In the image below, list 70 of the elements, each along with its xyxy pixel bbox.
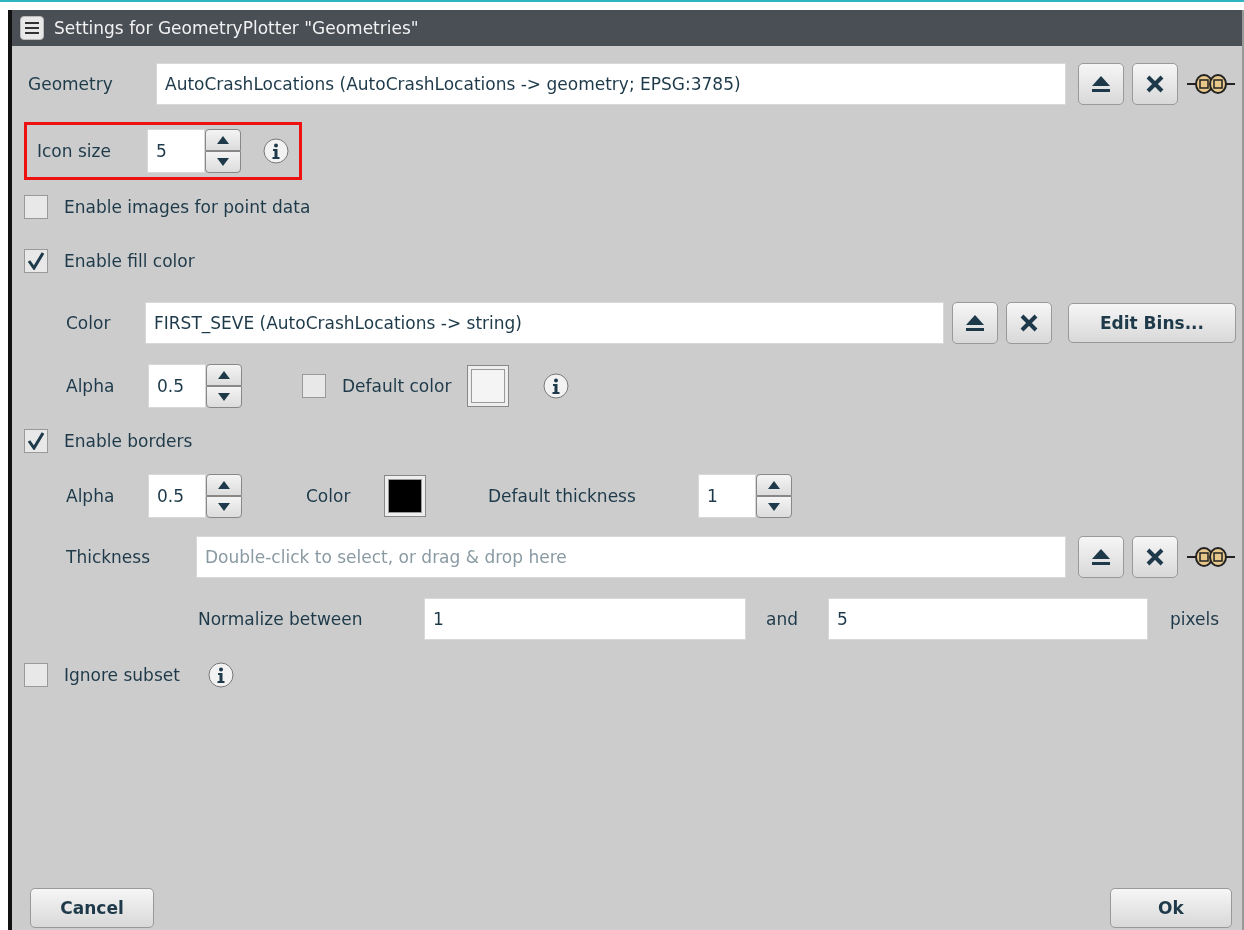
caret-down-icon — [218, 503, 230, 511]
checkbox-label: Enable fill color — [64, 251, 195, 271]
caret-up-icon — [217, 136, 229, 144]
caret-down-icon — [217, 158, 229, 166]
field-label: Thickness — [66, 547, 152, 567]
eject-icon — [965, 314, 985, 332]
eject-button[interactable] — [1078, 536, 1124, 578]
edit-bins-button[interactable]: Edit Bins... — [1068, 303, 1236, 343]
field-label: Alpha — [66, 486, 116, 506]
unit-label: pixels — [1170, 609, 1220, 629]
connector-icon[interactable] — [1186, 74, 1236, 94]
checkbox[interactable] — [24, 429, 48, 453]
number-field[interactable]: 5 — [147, 129, 205, 173]
checkbox-label: Default color — [342, 376, 452, 396]
geometry-field[interactable]: AutoCrashLocations (AutoCrashLocations -> geometry; EPSG:3785) — [156, 63, 1066, 105]
checkbox-label: Ignore subset — [64, 665, 180, 685]
field-label: Default thickness — [488, 486, 637, 506]
ok-button[interactable]: Ok — [1110, 888, 1232, 928]
checkbox[interactable] — [24, 663, 48, 687]
field-label: Color — [306, 486, 352, 506]
field-label: Color — [66, 313, 112, 333]
field-label: and — [766, 609, 799, 629]
decrement-button[interactable] — [205, 151, 241, 173]
menu-button[interactable] — [20, 16, 44, 40]
checkbox[interactable] — [302, 374, 326, 398]
info-icon[interactable] — [207, 662, 234, 688]
caret-down-icon — [768, 503, 780, 511]
decrement-button[interactable] — [756, 496, 792, 518]
checkbox-label: Enable images for point data — [64, 197, 311, 217]
clear-button[interactable] — [1132, 63, 1178, 105]
close-icon — [1145, 547, 1165, 567]
decrement-button[interactable] — [206, 496, 242, 518]
menu-icon — [24, 21, 40, 35]
eject-icon — [1091, 548, 1111, 566]
clear-button[interactable] — [1006, 302, 1052, 344]
eject-button[interactable] — [1078, 63, 1124, 105]
checkbox[interactable] — [24, 195, 48, 219]
increment-button[interactable] — [205, 129, 241, 151]
number-field[interactable]: 0.5 — [148, 474, 206, 518]
increment-button[interactable] — [756, 474, 792, 496]
color-attribute-field[interactable]: FIRST_SEVE (AutoCrashLocations -> string) — [145, 302, 944, 344]
window-title: Settings for GeometryPlotter "Geometries" — [54, 18, 419, 38]
number-field[interactable]: 1 — [698, 474, 756, 518]
info-icon[interactable] — [263, 138, 289, 164]
clear-button[interactable] — [1132, 536, 1178, 578]
field-label: Geometry — [28, 74, 114, 94]
checkmark-icon — [27, 252, 45, 270]
caret-down-icon — [218, 393, 230, 401]
increment-button[interactable] — [206, 474, 242, 496]
eject-icon — [1091, 75, 1111, 93]
close-icon — [1019, 313, 1039, 333]
field-label: Icon size — [37, 141, 112, 161]
caret-up-icon — [768, 481, 780, 489]
number-field[interactable]: 0.5 — [148, 364, 206, 408]
max-field[interactable]: 5 — [828, 598, 1148, 640]
caret-up-icon — [218, 481, 230, 489]
decrement-button[interactable] — [206, 386, 242, 408]
info-icon[interactable] — [543, 373, 570, 399]
field-label: Normalize between — [198, 609, 364, 629]
cancel-button[interactable]: Cancel — [30, 888, 154, 928]
field-label: Alpha — [66, 376, 116, 396]
increment-button[interactable] — [206, 364, 242, 386]
caret-up-icon — [218, 371, 230, 379]
eject-button[interactable] — [952, 302, 998, 344]
checkmark-icon — [27, 432, 45, 450]
min-field[interactable]: 1 — [424, 598, 746, 640]
close-icon — [1145, 74, 1165, 94]
checkbox-label: Enable borders — [64, 431, 193, 451]
checkbox[interactable] — [24, 249, 48, 273]
connector-icon[interactable] — [1186, 547, 1236, 567]
